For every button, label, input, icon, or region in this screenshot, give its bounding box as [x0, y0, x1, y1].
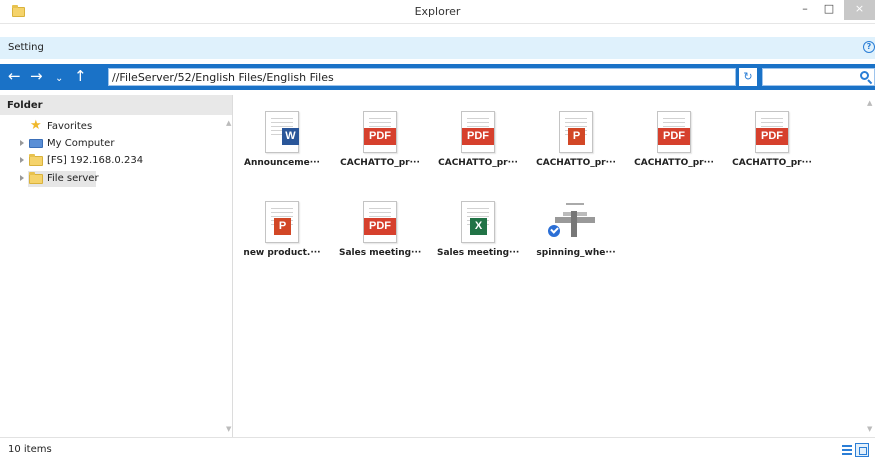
file-item[interactable]: PDF CACHATTO_pr··· — [339, 101, 421, 181]
sidebar-item-label: File server — [47, 173, 99, 184]
thumb-wheel-post — [571, 211, 577, 237]
sidebar-item-label: [FS] 192.168.0.234 — [47, 155, 144, 166]
file-item[interactable]: P CACHATTO_pr··· — [535, 101, 617, 181]
file-name: CACHATTO_pr··· — [732, 158, 812, 168]
up-arrow-icon[interactable]: ↑ — [74, 68, 87, 84]
content-scroll-down-icon[interactable]: ▼ — [867, 425, 872, 433]
back-arrow-icon[interactable]: ← — [8, 68, 21, 84]
window-title: Explorer — [414, 5, 461, 18]
folder-icon — [29, 154, 43, 166]
search-input[interactable] — [762, 68, 875, 86]
settings-bar: Setting ? — [0, 37, 875, 59]
computer-icon — [29, 139, 43, 148]
setting-menu[interactable]: Setting — [8, 42, 44, 53]
file-name: new product.··· — [243, 248, 321, 258]
file-item[interactable]: PDF CACHATTO_pr··· — [437, 101, 519, 181]
file-name: CACHATTO_pr··· — [438, 158, 518, 168]
star-icon: ★ — [30, 118, 42, 133]
file-item[interactable]: PDF Sales meeting··· — [339, 191, 421, 271]
file-grid: W Announceme··· PDF CACHATTO_pr··· PDF C… — [234, 95, 875, 437]
pdf-badge-icon: PDF — [658, 128, 690, 145]
expand-arrow-icon[interactable] — [20, 157, 24, 163]
tiles-view-icon[interactable] — [855, 443, 869, 457]
minimize-button[interactable]: – — [794, 0, 816, 20]
sidebar-item-label: Favorites — [47, 121, 93, 132]
file-item[interactable]: PDF CACHATTO_pr··· — [731, 101, 813, 181]
file-item[interactable]: P new product.··· — [241, 191, 323, 271]
address-bar: ← → ⌄ ↑ ↻ — [0, 64, 875, 90]
details-view-icon[interactable] — [842, 445, 852, 455]
expand-arrow-icon[interactable] — [20, 140, 24, 146]
ppt-badge-icon: P — [568, 128, 585, 145]
pdf-badge-icon: PDF — [756, 128, 788, 145]
folder-icon — [29, 172, 43, 184]
status-bar: 10 items — [0, 437, 875, 462]
close-button[interactable]: × — [844, 0, 875, 20]
file-name: CACHATTO_pr··· — [536, 158, 616, 168]
history-chevron-icon[interactable]: ⌄ — [55, 71, 63, 87]
pdf-badge-icon: PDF — [364, 128, 396, 145]
help-icon[interactable]: ? — [863, 41, 875, 53]
expand-arrow-icon[interactable] — [20, 175, 24, 181]
maximize-button[interactable]: □ — [818, 0, 840, 20]
refresh-icon[interactable]: ↻ — [739, 68, 757, 86]
title-bar: Explorer – □ × — [0, 0, 875, 24]
file-item[interactable]: spinning_whe··· — [535, 191, 617, 271]
file-item[interactable]: W Announceme··· — [241, 101, 323, 181]
content-scroll-up-icon[interactable]: ▲ — [867, 99, 872, 107]
file-name: Announceme··· — [244, 158, 320, 168]
file-name: Sales meeting··· — [437, 248, 519, 258]
pdf-badge-icon: PDF — [462, 128, 494, 145]
file-item[interactable]: PDF CACHATTO_pr··· — [633, 101, 715, 181]
file-name: Sales meeting··· — [339, 248, 421, 258]
file-item[interactable]: X Sales meeting··· — [437, 191, 519, 271]
item-count: 10 items — [8, 444, 52, 455]
image-thumbnail — [553, 203, 597, 241]
sidebar-header: Folder — [0, 95, 232, 115]
file-name: CACHATTO_pr··· — [340, 158, 420, 168]
thumb-caption-line — [566, 203, 584, 205]
file-name: spinning_whe··· — [536, 248, 616, 258]
ppt-badge-icon: P — [274, 218, 291, 235]
forward-arrow-icon[interactable]: → — [30, 68, 43, 84]
word-badge-icon: W — [282, 128, 299, 145]
file-name: CACHATTO_pr··· — [634, 158, 714, 168]
sidebar-scroll-up-icon[interactable]: ▲ — [226, 119, 231, 127]
pdf-badge-icon: PDF — [364, 218, 396, 235]
sidebar-scroll-down-icon[interactable]: ▼ — [226, 425, 231, 433]
synced-check-icon — [547, 224, 561, 238]
folder-sidebar: Folder ★ Favorites My Computer [FS] 192.… — [0, 95, 233, 437]
path-input[interactable] — [108, 68, 736, 86]
excel-badge-icon: X — [470, 218, 487, 235]
search-icon[interactable] — [860, 71, 869, 80]
sidebar-item-label: My Computer — [47, 138, 115, 149]
